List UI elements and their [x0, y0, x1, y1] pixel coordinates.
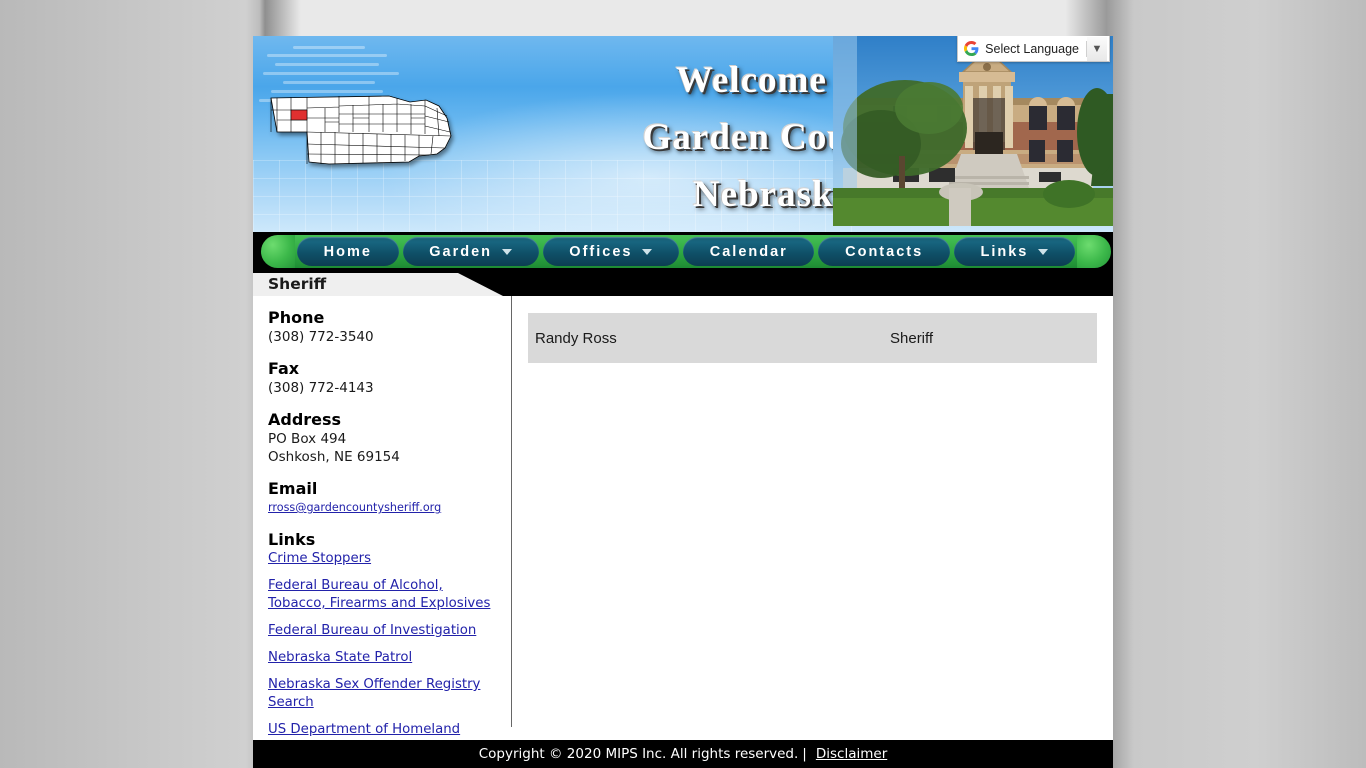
courthouse-photo	[833, 36, 1113, 226]
google-g-icon	[964, 41, 979, 56]
sidebar: Phone (308) 772-3540 Fax (308) 772-4143 …	[253, 296, 512, 755]
sidebar-address-line-1: PO Box 494	[268, 431, 347, 447]
translate-label: Select Language	[985, 41, 1079, 56]
sidebar-link-nebraska-state-patrol[interactable]: Nebraska State Patrol	[268, 649, 497, 667]
sidebar-email-link[interactable]: rross@gardencountysheriff.org	[268, 499, 497, 517]
nav-item-contacts[interactable]: Contacts	[818, 237, 950, 266]
nav-left-cap	[261, 235, 295, 268]
nav-label: Garden	[429, 243, 492, 260]
page-title-tab: Sheriff	[253, 273, 503, 296]
nav-label: Calendar	[709, 243, 788, 260]
nav-items: Home Garden Offices Calendar Contacts Li…	[295, 235, 1077, 268]
sidebar-address-heading: Address	[268, 410, 342, 429]
sidebar-link-crime-stoppers[interactable]: Crime Stoppers	[268, 550, 497, 568]
disclaimer-link[interactable]: Disclaimer	[816, 746, 887, 762]
nav-label: Contacts	[845, 243, 924, 260]
sidebar-address-line-2: Oshkosh, NE 69154	[268, 449, 400, 465]
nav-label: Links	[980, 243, 1029, 260]
sidebar-link-atf[interactable]: Federal Bureau of Alcohol, Tobacco, Fire…	[268, 577, 497, 613]
google-translate-widget[interactable]: Select Language ▼	[957, 36, 1110, 62]
site-page: Welcome to Garden County Nebraska Select…	[253, 36, 1113, 768]
page-title-bar: Sheriff	[253, 273, 1113, 296]
sidebar-email-heading: Email	[268, 479, 318, 498]
sidebar-phone-heading: Phone	[268, 308, 325, 327]
sidebar-phone-value: (308) 772-3540	[268, 329, 374, 345]
nav-item-garden[interactable]: Garden	[402, 237, 539, 266]
sidebar-fax-value: (308) 772-4143	[268, 380, 374, 396]
nav-item-calendar[interactable]: Calendar	[683, 237, 815, 266]
chevron-down-icon	[502, 248, 512, 255]
page-title: Sheriff	[268, 275, 327, 293]
site-banner: Welcome to Garden County Nebraska Select…	[253, 36, 1113, 232]
sidebar-fax-heading: Fax	[268, 359, 300, 378]
nav-right-cap	[1077, 235, 1111, 268]
page-footer: Copyright © 2020 MIPS Inc. All rights re…	[253, 740, 1113, 768]
sidebar-links-heading: Links	[268, 530, 316, 549]
nav-label: Offices	[569, 243, 633, 260]
main-panel: Randy Ross Sheriff	[512, 296, 1113, 727]
chevron-down-icon	[642, 248, 653, 255]
copyright-text: Copyright © 2020 MIPS Inc. All rights re…	[478, 746, 799, 762]
nav-item-links[interactable]: Links	[953, 237, 1075, 266]
sidebar-link-fbi[interactable]: Federal Bureau of Investigation	[268, 622, 497, 640]
table-row: Randy Ross Sheriff	[528, 313, 1097, 363]
nebraska-county-map-icon	[270, 95, 452, 165]
staff-title: Sheriff	[890, 329, 934, 347]
nav-label: Home	[323, 243, 372, 260]
content-area: Sheriff Phone (308) 772-3540 Fax (308) 7…	[253, 273, 1113, 755]
footer-separator: |	[802, 746, 807, 762]
nav-item-home[interactable]: Home	[297, 237, 399, 266]
nav-item-offices[interactable]: Offices	[542, 237, 680, 266]
chevron-down-icon	[1038, 248, 1049, 255]
main-navigation: Home Garden Offices Calendar Contacts Li…	[253, 232, 1113, 273]
staff-name: Randy Ross	[535, 329, 617, 347]
sidebar-link-sex-offender-registry[interactable]: Nebraska Sex Offender Registry Search	[268, 676, 497, 712]
chevron-down-icon[interactable]: ▼	[1087, 36, 1107, 61]
